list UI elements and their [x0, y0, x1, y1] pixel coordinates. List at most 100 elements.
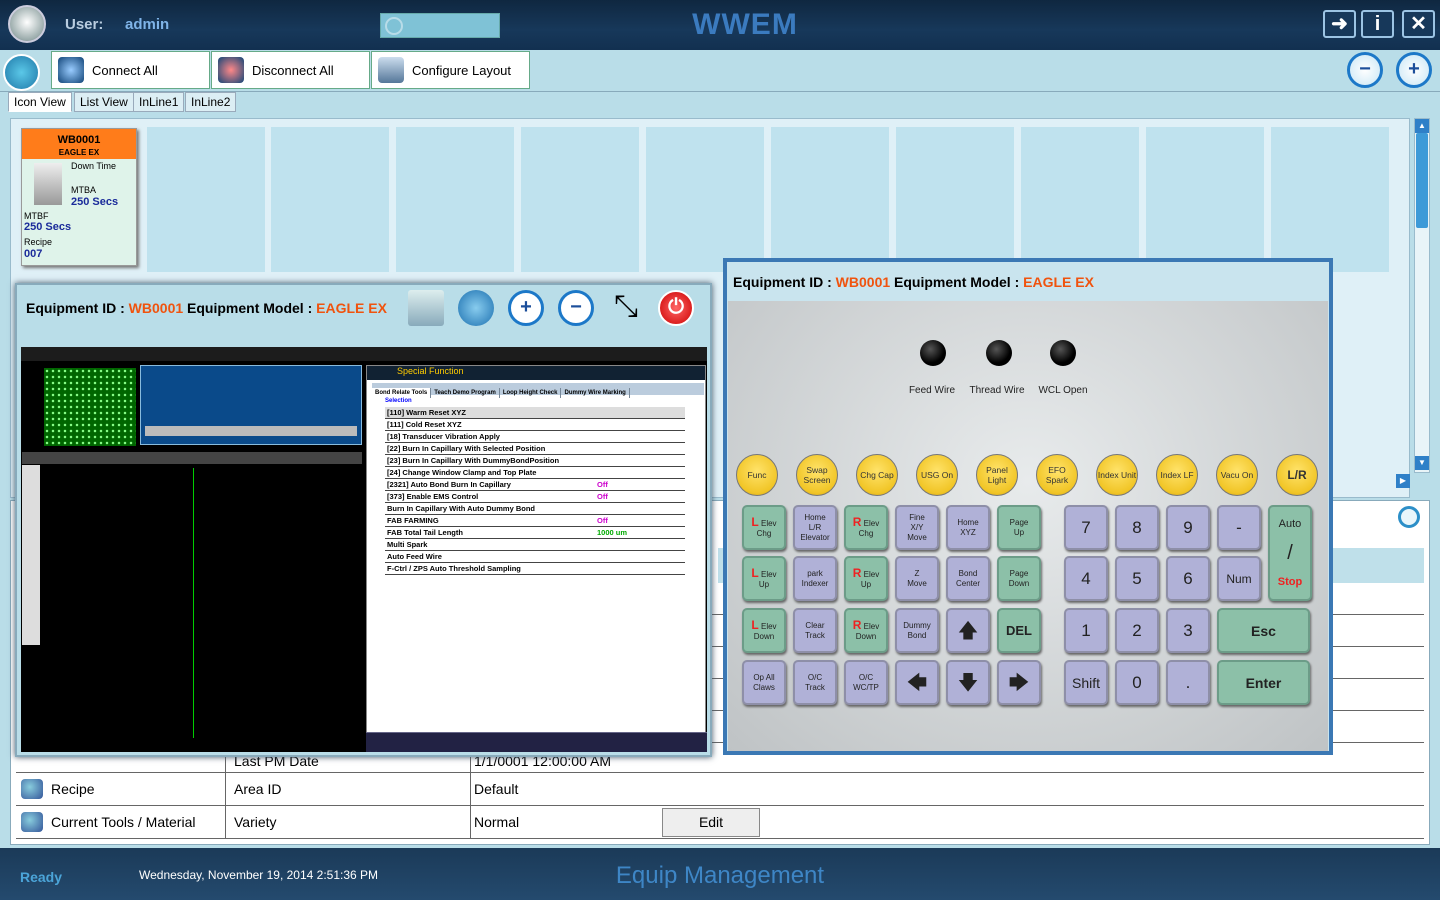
efo-spark-key[interactable]: EFO Spark [1036, 454, 1078, 496]
refresh-icon[interactable] [1398, 506, 1420, 528]
menu-item[interactable]: F-Ctrl / ZPS Auto Threshold Sampling [385, 563, 685, 575]
r-elev-down-key[interactable]: R Elev Down [844, 608, 888, 653]
scroll-up-icon[interactable]: ▲ [1415, 119, 1429, 133]
page-up-key[interactable]: Page Up [997, 505, 1041, 550]
equipment-tile[interactable]: WB0001 EAGLE EX Down Time MTBA 250 Secs M… [21, 128, 137, 266]
close-button[interactable]: ✕ [1402, 10, 1435, 38]
recipe-nav[interactable]: Recipe [16, 773, 226, 805]
power-icon[interactable]: ⏻ [658, 290, 694, 326]
oc-track-key[interactable]: O/C Track [793, 660, 837, 705]
key-9[interactable]: 9 [1166, 505, 1210, 550]
key-5[interactable]: 5 [1115, 556, 1159, 601]
usg-on-key[interactable]: USG On [916, 454, 958, 496]
r-elev-chg-key[interactable]: R Elev Chg [844, 505, 888, 550]
folder-icon[interactable] [408, 290, 444, 326]
configure-layout-label: Configure Layout [412, 62, 512, 78]
dummy-bond-key[interactable]: Dummy Bond [895, 608, 939, 653]
connect-all-button[interactable]: Connect All [51, 51, 210, 89]
scroll-down-icon[interactable]: ▼ [1415, 456, 1429, 470]
menu-item[interactable]: [22] Burn In Capillary With Selected Pos… [385, 443, 685, 455]
bond-center-key[interactable]: Bond Center [946, 556, 990, 601]
home-xyz-key[interactable]: Home XYZ [946, 505, 990, 550]
arrow-left-key[interactable]: 🡄 [895, 660, 939, 705]
menu-item[interactable]: FAB FARMING Off [385, 515, 685, 527]
arrow-up-key[interactable]: 🡅 [946, 608, 990, 653]
key-minus[interactable]: - [1217, 505, 1261, 550]
r-elev-up-key[interactable]: R Elev Up [844, 556, 888, 601]
menu-item[interactable]: FAB Total Tail Length 1000 um [385, 527, 685, 539]
key-3[interactable]: 3 [1166, 608, 1210, 653]
zoom-out-button[interactable]: − [1347, 52, 1383, 88]
op-all-claws-key[interactable]: Op All Claws [742, 660, 786, 705]
chg-cap-key[interactable]: Chg Cap [856, 454, 898, 496]
edit-button[interactable]: Edit [662, 808, 760, 837]
info-button[interactable]: i [1361, 10, 1394, 38]
zoom-in-icon[interactable]: + [508, 290, 544, 326]
page-down-key[interactable]: Page Down [997, 556, 1041, 601]
shift-key[interactable]: Shift [1064, 660, 1108, 705]
auto-stop-key[interactable]: Auto / Stop [1268, 505, 1312, 601]
home-button[interactable] [3, 54, 40, 91]
oc-wctp-key[interactable]: O/C WC/TP [844, 660, 888, 705]
menu-item[interactable]: [373] Enable EMS Control Off [385, 491, 685, 503]
fine-xy-move-key[interactable]: Fine X/Y Move [895, 505, 939, 550]
esc-key[interactable]: Esc [1217, 608, 1310, 653]
menu-item[interactable]: [111] Cold Reset XYZ [385, 419, 685, 431]
del-key[interactable]: DEL [997, 608, 1041, 653]
l-elev-up-key[interactable]: L Elev Up [742, 556, 786, 601]
l-elev-chg-key[interactable]: L Elev Chg [742, 505, 786, 550]
index-unit-key[interactable]: Index Unit [1096, 454, 1138, 496]
tab-list-view[interactable]: List View [74, 92, 134, 112]
logout-button[interactable]: ➜ [1323, 10, 1356, 38]
menu-item[interactable]: [110] Warm Reset XYZ [385, 407, 685, 419]
scroll-right-icon[interactable]: ▶ [1396, 474, 1410, 488]
menu-item[interactable]: Auto Feed Wire [385, 551, 685, 563]
menu-tab[interactable]: Dummy Wire Marking [561, 388, 630, 398]
clear-track-key[interactable]: Clear Track [793, 608, 837, 653]
arrow-down-key[interactable]: 🡇 [946, 660, 990, 705]
num-key[interactable]: Num [1217, 556, 1261, 601]
key-6[interactable]: 6 [1166, 556, 1210, 601]
park-indexer-key[interactable]: park Indexer [793, 556, 837, 601]
menu-item[interactable]: [18] Transducer Vibration Apply [385, 431, 685, 443]
menu-item[interactable]: [23] Burn In Capillary With DummyBondPos… [385, 455, 685, 467]
tab-icon-view[interactable]: Icon View [8, 92, 72, 112]
menu-item[interactable]: Multi Spark [385, 539, 685, 551]
key-2[interactable]: 2 [1115, 608, 1159, 653]
menu-tab[interactable]: Loop Height Check [500, 388, 562, 398]
enter-key[interactable]: Enter [1217, 660, 1310, 705]
home-lr-elevator-key[interactable]: Home L/R Elevator [793, 505, 837, 550]
menu-item[interactable]: Burn In Capillary With Auto Dummy Bond [385, 503, 685, 515]
disconnect-all-button[interactable]: Disconnect All [211, 51, 370, 89]
expand-icon[interactable]: ⤡ [608, 290, 644, 326]
key-4[interactable]: 4 [1064, 556, 1108, 601]
arrow-right-key[interactable]: 🡆 [997, 660, 1041, 705]
z-move-key[interactable]: Z Move [895, 556, 939, 601]
menu-item[interactable]: [24] Change Window Clamp and Top Plate [385, 467, 685, 479]
func-key[interactable]: Func [736, 454, 778, 496]
menu-tab[interactable]: Bond Relate Tools [372, 388, 432, 398]
key-dot[interactable]: . [1166, 660, 1210, 705]
lr-key[interactable]: L/R [1276, 454, 1318, 496]
panel-light-key[interactable]: Panel Light [976, 454, 1018, 496]
vacu-on-key[interactable]: Vacu On [1216, 454, 1258, 496]
key-0[interactable]: 0 [1115, 660, 1159, 705]
index-lf-key[interactable]: Index LF [1156, 454, 1198, 496]
user-avatar-icon[interactable] [8, 5, 46, 43]
l-elev-down-key[interactable]: L Elev Down [742, 608, 786, 653]
tab-inline1[interactable]: InLine1 [133, 92, 185, 112]
menu-item[interactable]: [2321] Auto Bond Burn In Capillary Off [385, 479, 685, 491]
key-1[interactable]: 1 [1064, 608, 1108, 653]
configure-layout-button[interactable]: Configure Layout [371, 51, 530, 89]
keyboard-toggle-icon[interactable] [458, 290, 494, 326]
tab-inline2[interactable]: InLine2 [185, 92, 237, 112]
zoom-in-button[interactable]: + [1396, 52, 1432, 88]
zoom-out-icon[interactable]: − [558, 290, 594, 326]
key-8[interactable]: 8 [1115, 505, 1159, 550]
scroll-thumb[interactable] [1416, 133, 1428, 228]
key-7[interactable]: 7 [1064, 505, 1108, 550]
menu-tab[interactable]: Teach Demo Program [431, 388, 500, 398]
tools-nav[interactable]: Current Tools / Material [16, 806, 226, 838]
swap-screen-key[interactable]: Swap Screen [796, 454, 838, 496]
search-input[interactable] [380, 13, 500, 38]
